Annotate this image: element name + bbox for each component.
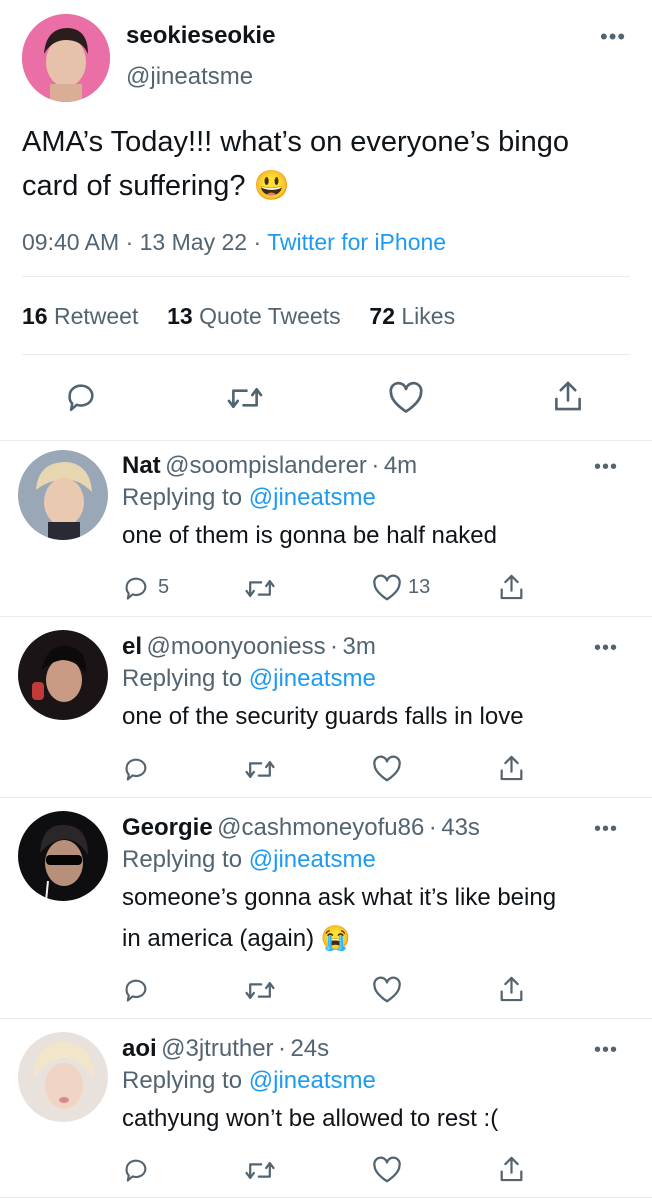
- divider: [0, 440, 652, 441]
- reply-name[interactable]: el: [122, 633, 142, 660]
- divider: [0, 1018, 652, 1019]
- reply-separator: ·: [428, 814, 437, 841]
- reply-name[interactable]: aoi: [122, 1035, 157, 1062]
- reply-handle[interactable]: @cashmoneyofu86: [217, 814, 424, 841]
- like-icon[interactable]: [372, 976, 402, 1009]
- like-icon[interactable]: [372, 1156, 402, 1189]
- reply-icon[interactable]: [122, 755, 150, 788]
- main-handle[interactable]: @jineatsme: [126, 63, 253, 91]
- avatar-georgie[interactable]: [18, 811, 108, 901]
- retweet-icon[interactable]: [244, 756, 276, 788]
- divider: [0, 1197, 652, 1198]
- divider: [0, 616, 652, 617]
- likes-label: Likes: [401, 303, 456, 329]
- reply-icon[interactable]: [64, 380, 98, 419]
- share-icon[interactable]: [498, 753, 525, 788]
- like-count: 13: [408, 576, 431, 598]
- reply-time: 24s: [290, 1035, 330, 1062]
- more-dots-icon[interactable]: •••: [594, 819, 618, 839]
- replying-to-handle[interactable]: @jineatsme: [249, 846, 376, 873]
- replying-to: Replying to @jineatsme: [122, 484, 376, 512]
- divider: [22, 354, 630, 355]
- replying-to-label: Replying to: [122, 484, 243, 511]
- like-icon[interactable]: [372, 755, 402, 788]
- reply-count: 5: [158, 576, 170, 598]
- tweet-date: 13 May 22: [139, 229, 248, 255]
- reply-handle[interactable]: @moonyooniess: [146, 633, 325, 660]
- divider: [0, 797, 652, 798]
- reply-separator: ·: [330, 633, 339, 660]
- meta-separator: ·: [253, 229, 262, 255]
- retweet-stat[interactable]: 16 Retweet: [22, 303, 145, 329]
- avatar-nat[interactable]: [18, 450, 108, 540]
- retweet-icon[interactable]: [244, 1157, 276, 1189]
- replying-to: Replying to @jineatsme: [122, 1067, 376, 1095]
- reply-header: Nat @soompislanderer · 4m: [122, 452, 417, 480]
- retweet-icon[interactable]: [244, 977, 276, 1009]
- avatar-el[interactable]: [18, 630, 108, 720]
- quote-stat[interactable]: 13 Quote Tweets: [167, 303, 347, 329]
- quote-count: 13: [167, 303, 193, 329]
- likes-count: 72: [369, 303, 395, 329]
- reply-header: aoi @3jtruther · 24s: [122, 1035, 329, 1063]
- reply-time: 43s: [441, 814, 480, 841]
- reply-name[interactable]: Nat: [122, 452, 161, 479]
- retweet-icon[interactable]: [244, 575, 276, 607]
- likes-stat[interactable]: 72 Likes: [369, 303, 455, 329]
- reply-text: one of them is gonna be half naked: [122, 522, 497, 549]
- share-icon[interactable]: [498, 572, 525, 607]
- reply-time: 4m: [383, 452, 418, 479]
- retweet-icon[interactable]: [226, 382, 264, 419]
- reply-icon[interactable]: [122, 1156, 150, 1189]
- quote-label: Quote Tweets: [199, 303, 341, 329]
- engagement-stats: 16 Retweet 13 Quote Tweets 72 Likes: [22, 303, 455, 330]
- reply-separator: ·: [278, 1035, 286, 1062]
- reply-text-body: in america (again): [122, 925, 315, 952]
- replying-to: Replying to @jineatsme: [122, 665, 376, 693]
- main-tweet-text: AMA’s Today!!! what’s on everyone’s bing…: [22, 120, 632, 208]
- crying-emoji-icon: 😭: [320, 925, 351, 952]
- avatar-main[interactable]: [22, 14, 110, 102]
- reply-header: el @moonyooniess · 3m: [122, 633, 376, 661]
- replying-to-label: Replying to: [122, 846, 243, 873]
- more-dots-icon[interactable]: •••: [600, 26, 626, 48]
- replying-to-handle[interactable]: @jineatsme: [249, 665, 376, 692]
- smiley-emoji-icon: 😃: [253, 170, 290, 202]
- share-icon[interactable]: [498, 974, 525, 1009]
- retweet-count: 16: [22, 303, 48, 329]
- retweet-label: Retweet: [53, 303, 139, 329]
- divider: [22, 276, 630, 277]
- reply-handle[interactable]: @soompislanderer: [165, 452, 367, 479]
- reply-text: cathyung won’t be allowed to rest :(: [122, 1105, 499, 1132]
- reply-icon[interactable]: [122, 574, 150, 607]
- reply-time: 3m: [342, 633, 376, 660]
- share-icon[interactable]: [498, 1154, 525, 1189]
- like-icon[interactable]: [388, 381, 424, 420]
- reply-text-line-2: in america (again) 😭: [122, 920, 351, 958]
- more-dots-icon[interactable]: •••: [594, 457, 618, 477]
- main-tweet-body: AMA’s Today!!! what’s on everyone’s bing…: [22, 126, 570, 202]
- reply-separator: ·: [371, 452, 380, 479]
- reply-name[interactable]: Georgie: [122, 814, 213, 841]
- share-icon[interactable]: [552, 378, 584, 419]
- replying-to-handle[interactable]: @jineatsme: [249, 484, 376, 511]
- replying-to-label: Replying to: [122, 1067, 243, 1094]
- like-icon[interactable]: [372, 574, 402, 607]
- replying-to-label: Replying to: [122, 665, 243, 692]
- main-display-name[interactable]: seokieseokie: [126, 22, 275, 50]
- reply-icon[interactable]: [122, 976, 150, 1009]
- more-dots-icon[interactable]: •••: [594, 638, 618, 658]
- tweet-source-link[interactable]: Twitter for iPhone: [267, 229, 446, 255]
- reply-text-line-1: someone’s gonna ask what it’s like being: [122, 884, 557, 911]
- tweet-time: 09:40 AM: [22, 229, 120, 255]
- replying-to-handle[interactable]: @jineatsme: [249, 1067, 376, 1094]
- more-dots-icon[interactable]: •••: [594, 1040, 618, 1060]
- avatar-aoi[interactable]: [18, 1032, 108, 1122]
- reply-header: Georgie @cashmoneyofu86 · 43s: [122, 814, 480, 842]
- meta-separator: ·: [125, 229, 134, 255]
- tweet-meta: 09:40 AM · 13 May 22 · Twitter for iPhon…: [22, 229, 446, 256]
- replying-to: Replying to @jineatsme: [122, 846, 376, 874]
- reply-text: one of the security guards falls in love: [122, 703, 524, 730]
- reply-handle[interactable]: @3jtruther: [161, 1035, 273, 1062]
